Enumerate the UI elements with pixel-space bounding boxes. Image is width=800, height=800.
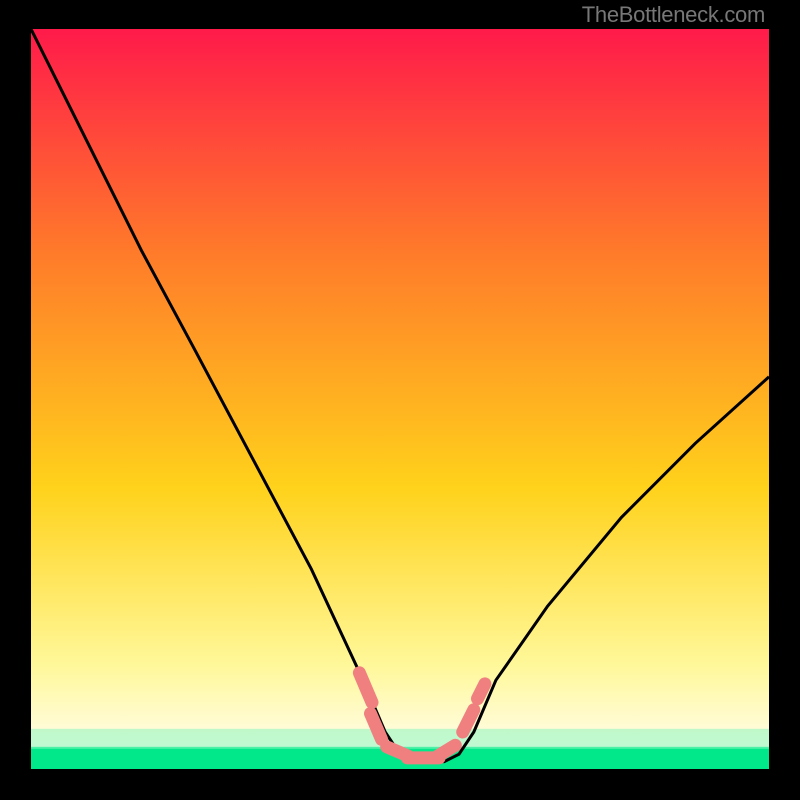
attribution-text: TheBottleneck.com <box>582 2 765 28</box>
bottleneck-chart <box>31 29 769 769</box>
dash-segment <box>478 684 485 699</box>
dash-segment <box>438 745 455 755</box>
gradient-background <box>31 29 769 769</box>
